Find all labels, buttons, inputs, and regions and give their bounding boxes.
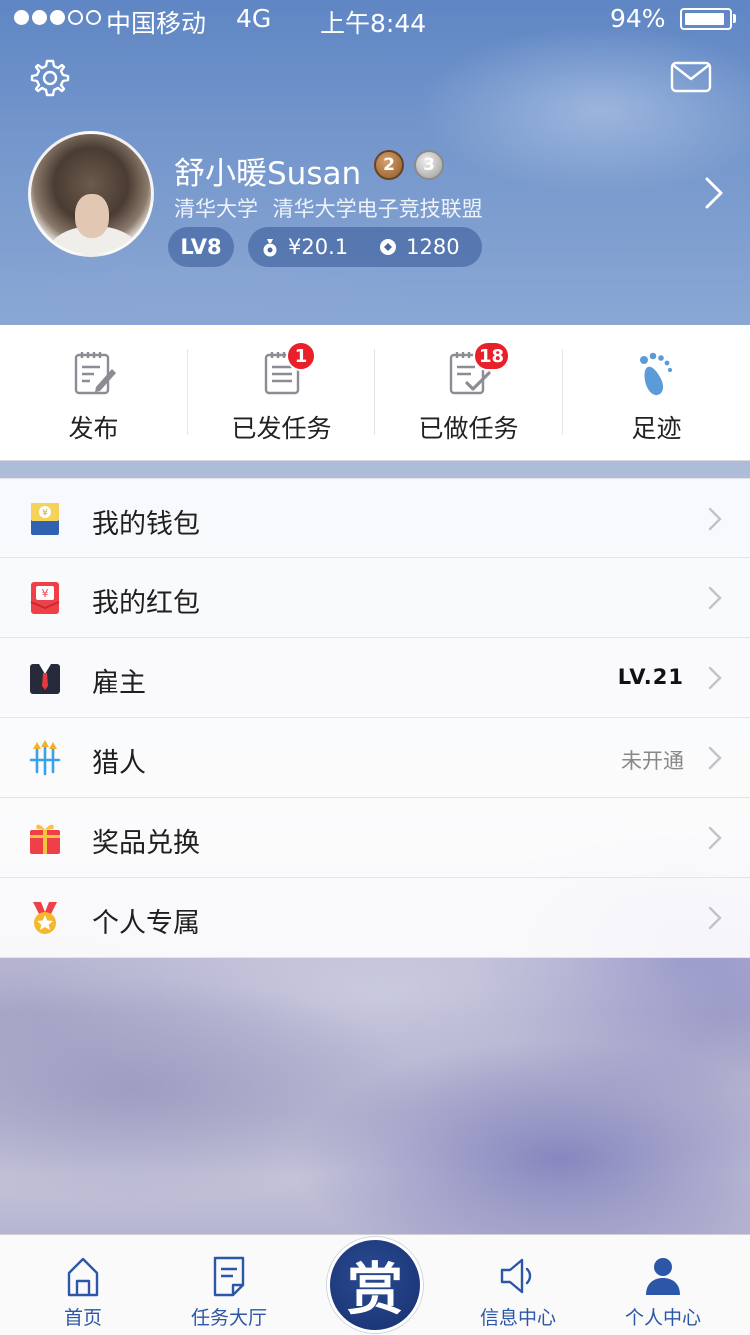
signal-dot bbox=[86, 10, 101, 25]
level-badge: LV8 bbox=[168, 227, 234, 267]
tab-label: 任务大厅 bbox=[190, 1307, 267, 1329]
notification-badge: 1 bbox=[286, 341, 316, 371]
mail-icon[interactable] bbox=[670, 60, 712, 94]
signal-strength bbox=[14, 10, 101, 25]
svg-text:¥: ¥ bbox=[42, 587, 49, 600]
notification-badge: 18 bbox=[473, 341, 511, 371]
red-envelope-icon: ¥ bbox=[30, 582, 60, 614]
menu-label: 我的红包 bbox=[92, 588, 200, 619]
wallet-summary: ¥20.1 1280 bbox=[248, 227, 482, 267]
clock: 上午8:44 bbox=[320, 9, 427, 38]
action-footprint[interactable]: 足迹 bbox=[563, 325, 750, 460]
chevron-right-icon bbox=[708, 507, 722, 531]
coin-icon bbox=[380, 239, 397, 255]
medal-star-icon bbox=[33, 902, 57, 934]
school-affiliation: 清华大学 清华大学电子竞技联盟 bbox=[174, 197, 483, 221]
tab-label: 个人中心 bbox=[624, 1307, 701, 1329]
battery-level bbox=[685, 13, 724, 25]
task-hall-icon bbox=[213, 1256, 245, 1297]
signal-dot bbox=[68, 10, 83, 25]
menu-row-personal-exclusive[interactable]: 个人专属 bbox=[0, 878, 750, 958]
money-value: ¥20.1 bbox=[288, 235, 349, 259]
menu-label: 个人专属 bbox=[92, 908, 200, 939]
battery-icon bbox=[680, 8, 732, 30]
menu-label: 奖品兑换 bbox=[92, 828, 200, 859]
money-bag-icon bbox=[263, 239, 277, 257]
user-name: 舒小暖Susan bbox=[174, 156, 362, 192]
hunter-status: 未开通 bbox=[621, 749, 684, 773]
silver-medal-icon: 3 bbox=[414, 150, 444, 180]
signal-dot bbox=[14, 10, 29, 25]
edit-note-icon bbox=[74, 352, 116, 395]
wallet-icon: ¥ bbox=[31, 503, 59, 535]
menu-row-red-envelope[interactable]: ¥ 我的红包 bbox=[0, 558, 750, 638]
home-icon bbox=[67, 1257, 99, 1297]
level-text: LV8 bbox=[180, 235, 222, 259]
chevron-right-icon bbox=[708, 746, 722, 770]
employer-level: LV.21 bbox=[617, 665, 684, 689]
status-bar: 中国移动 4G 上午8:44 94% bbox=[0, 0, 750, 40]
reward-label: 赏 bbox=[347, 1256, 403, 1323]
menu-list: ¥ 我的钱包 ¥ 我的红包 雇主 LV.21 猎人 未开通 奖品兑换 个人专属 bbox=[0, 478, 750, 958]
gift-icon bbox=[30, 824, 60, 854]
points-value: 1280 bbox=[406, 235, 460, 259]
speaker-icon bbox=[500, 1258, 532, 1294]
network-type: 4G bbox=[236, 4, 272, 33]
action-posted-tasks[interactable]: 1 已发任务 bbox=[188, 325, 375, 460]
footprint-icon bbox=[640, 352, 673, 396]
action-done-tasks[interactable]: 18 已做任务 bbox=[375, 325, 562, 460]
chevron-right-icon bbox=[708, 666, 722, 690]
chevron-right-icon bbox=[708, 826, 722, 850]
action-publish[interactable]: 发布 bbox=[0, 325, 187, 460]
person-icon bbox=[646, 1258, 680, 1295]
signal-dot bbox=[32, 10, 47, 25]
tab-home[interactable]: 首页 bbox=[8, 1235, 158, 1335]
menu-row-employer[interactable]: 雇主 LV.21 bbox=[0, 638, 750, 718]
menu-row-prize-exchange[interactable]: 奖品兑换 bbox=[0, 798, 750, 878]
chevron-right-icon bbox=[708, 586, 722, 610]
svg-text:¥: ¥ bbox=[42, 509, 48, 519]
employer-suit-icon bbox=[30, 664, 60, 694]
tab-label: 信息中心 bbox=[479, 1307, 556, 1329]
menu-label: 猎人 bbox=[92, 748, 146, 779]
tab-personal-center[interactable]: 个人中心 bbox=[588, 1235, 738, 1335]
action-label: 已发任务 bbox=[231, 414, 332, 443]
tab-label: 首页 bbox=[63, 1307, 102, 1329]
tab-message-center[interactable]: 信息中心 bbox=[443, 1235, 593, 1335]
menu-row-hunter[interactable]: 猎人 未开通 bbox=[0, 718, 750, 798]
signal-dot bbox=[50, 10, 65, 25]
quick-actions: 发布 1 已发任务 18 已做任务 足迹 bbox=[0, 325, 750, 461]
gear-icon[interactable] bbox=[30, 58, 70, 98]
battery-tip bbox=[733, 14, 736, 23]
avatar-face bbox=[75, 194, 109, 238]
menu-row-wallet[interactable]: ¥ 我的钱包 bbox=[0, 478, 750, 558]
chevron-right-icon[interactable] bbox=[702, 176, 726, 210]
action-label: 足迹 bbox=[631, 414, 682, 443]
carrier-name: 中国移动 bbox=[106, 9, 207, 38]
action-label: 发布 bbox=[68, 414, 119, 443]
reward-center-button[interactable]: 赏 bbox=[327, 1237, 423, 1333]
battery-percent: 94% bbox=[610, 4, 666, 33]
menu-label: 我的钱包 bbox=[92, 509, 200, 540]
bronze-medal-icon: 2 bbox=[374, 150, 404, 180]
menu-label: 雇主 bbox=[92, 668, 146, 699]
hunter-arrows-icon bbox=[29, 740, 61, 776]
tab-task-hall[interactable]: 任务大厅 bbox=[154, 1235, 304, 1335]
avatar[interactable] bbox=[28, 131, 154, 257]
chevron-right-icon bbox=[708, 906, 722, 930]
action-label: 已做任务 bbox=[418, 414, 519, 443]
